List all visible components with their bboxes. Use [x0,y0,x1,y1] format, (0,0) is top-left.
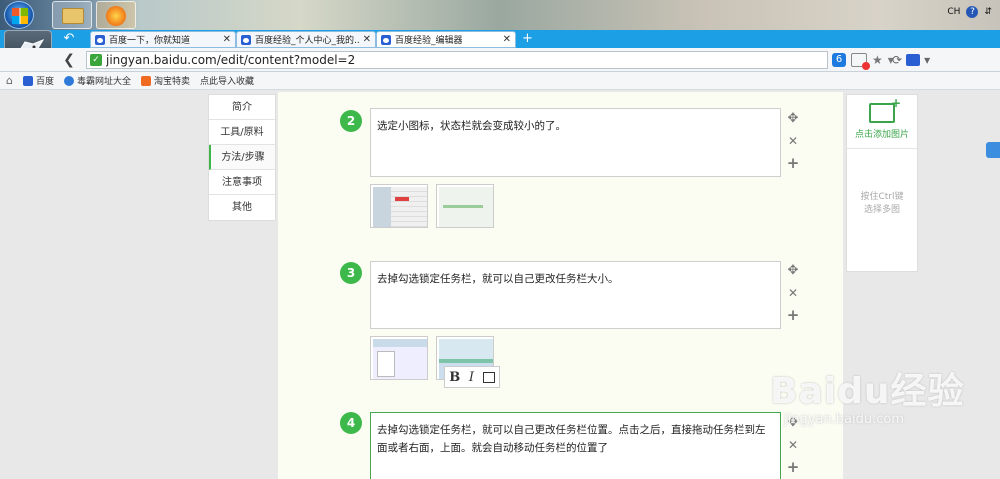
baidu-paw-icon [241,34,251,45]
notification-icon[interactable] [851,53,870,70]
bookmark-baidu[interactable]: 百度 [22,74,54,87]
new-tab-button[interactable]: + [522,31,533,47]
secure-check-icon: ✓ [90,54,102,66]
bookmarks-bar: ⌂ 百度 毒霸网址大全 淘宝特卖 点此导入收藏 [0,72,1000,90]
search-engine-icon[interactable] [906,54,921,66]
image-thumbnail[interactable] [370,336,428,380]
url-input[interactable] [106,53,826,67]
tray-arrows-icon[interactable]: ⇵ [984,7,992,17]
help-icon[interactable]: ? [966,6,979,18]
refresh-icon[interactable]: ⟳ [892,53,902,67]
taskbar-browser-button[interactable] [96,1,136,29]
star-icon[interactable]: ★ [872,53,883,67]
step-text-input[interactable]: 去掉勾选锁定任务栏，就可以自己更改任务栏位置。点击之后，直接拖动任务栏到左面或者… [370,412,781,479]
bold-button[interactable]: B [449,370,460,385]
home-icon[interactable]: ⌂ [6,74,13,87]
system-tray: CH ? ⇵ [947,6,992,18]
move-icon[interactable]: ✥ [784,108,802,130]
text-format-toolbar: B I [444,366,500,388]
nav-item-steps[interactable]: 方法/步骤 [209,145,275,170]
image-thumbnail[interactable] [370,184,428,228]
section-nav: 简介 工具/原料 方法/步骤 注意事项 其他 [208,94,276,221]
close-icon[interactable]: ✕ [219,34,231,45]
tab-title: 百度一下，你就知道 [109,36,191,46]
step-text-input[interactable]: 选定小图标，状态栏就会变成较小的了。 [370,108,781,177]
bookmark-duba[interactable]: 毒霸网址大全 [64,74,131,87]
url-bar[interactable]: ✓ [86,51,828,69]
tab-jingyan-editor[interactable]: 百度经验_编辑器 ✕ [376,31,516,48]
tab-title: 百度经验_编辑器 [395,36,463,46]
close-icon[interactable]: ✕ [359,34,371,45]
tab-title: 百度经验_个人中心_我的... [255,36,359,46]
step-number: 2 [340,110,362,132]
toolbar-right: ⟳ ▾ [892,51,930,69]
compat-mode-icon[interactable]: 6 [832,53,846,67]
nav-item-tools[interactable]: 工具/原料 [209,120,275,145]
step-number: 3 [340,262,362,284]
feedback-tab[interactable] [986,142,1000,158]
windows-logo-icon [12,8,28,24]
back-button[interactable]: ❮ [58,51,80,69]
italic-button[interactable]: I [469,370,474,385]
close-icon[interactable]: ✕ [499,34,511,45]
delete-icon[interactable]: ✕ [784,434,802,456]
image-panel: 点击添加图片 按住Ctrl键 选择多图 [846,94,918,272]
insert-image-icon[interactable] [482,371,495,383]
nav-item-intro[interactable]: 简介 [209,95,275,120]
browser-icon [106,6,126,26]
start-button[interactable] [4,1,34,29]
step-text-input[interactable]: 去掉勾选锁定任务栏，就可以自己更改任务栏大小。 [370,261,781,329]
taobao-icon [141,75,152,86]
add-icon[interactable]: + [784,304,802,326]
taskbar-explorer-button[interactable] [52,1,92,29]
folder-icon [62,8,84,24]
add-image-button[interactable]: 点击添加图片 [847,95,917,149]
step-editor: 2 选定小图标，状态栏就会变成较小的了。 ✥ ✕ + 3 去掉勾选锁定任务栏，就… [278,92,843,479]
add-image-icon [869,96,901,123]
duba-k-icon [64,75,74,86]
step-images [370,184,494,228]
address-tools: 6 ★ ▾ [832,51,894,70]
windows-taskbar: CH ? ⇵ [0,0,1000,30]
multi-select-hint: 按住Ctrl键 选择多图 [860,192,904,215]
delete-icon[interactable]: ✕ [784,282,802,304]
bookmark-import[interactable]: 点此导入收藏 [200,74,254,87]
step-controls: ✥ ✕ + [784,108,802,174]
language-indicator[interactable]: CH [947,7,960,17]
chevron-down-icon[interactable]: ▾ [924,53,930,67]
add-icon[interactable]: + [784,152,802,174]
tab-baidu-search[interactable]: 百度一下，你就知道 ✕ [90,31,236,48]
watermark: Baidu经验 jingyan.baidu.com [770,371,965,428]
image-thumbnail[interactable] [436,184,494,228]
add-icon[interactable]: + [784,456,802,478]
baidu-paw-icon [95,34,105,45]
step-controls: ✥ ✕ + [784,260,802,326]
nav-item-other[interactable]: 其他 [209,195,275,220]
nav-item-notes[interactable]: 注意事项 [209,170,275,195]
add-image-label: 点击添加图片 [854,130,909,140]
bookmark-taobao[interactable]: 淘宝特卖 [141,74,190,87]
baidu-paw-icon [22,75,33,86]
baidu-paw-icon [381,34,391,45]
step-number: 4 [340,412,362,434]
undo-close-tab-button[interactable]: ↶ [56,31,82,47]
move-icon[interactable]: ✥ [784,260,802,282]
tab-jingyan-profile[interactable]: 百度经验_个人中心_我的... ✕ [236,31,376,48]
delete-icon[interactable]: ✕ [784,130,802,152]
